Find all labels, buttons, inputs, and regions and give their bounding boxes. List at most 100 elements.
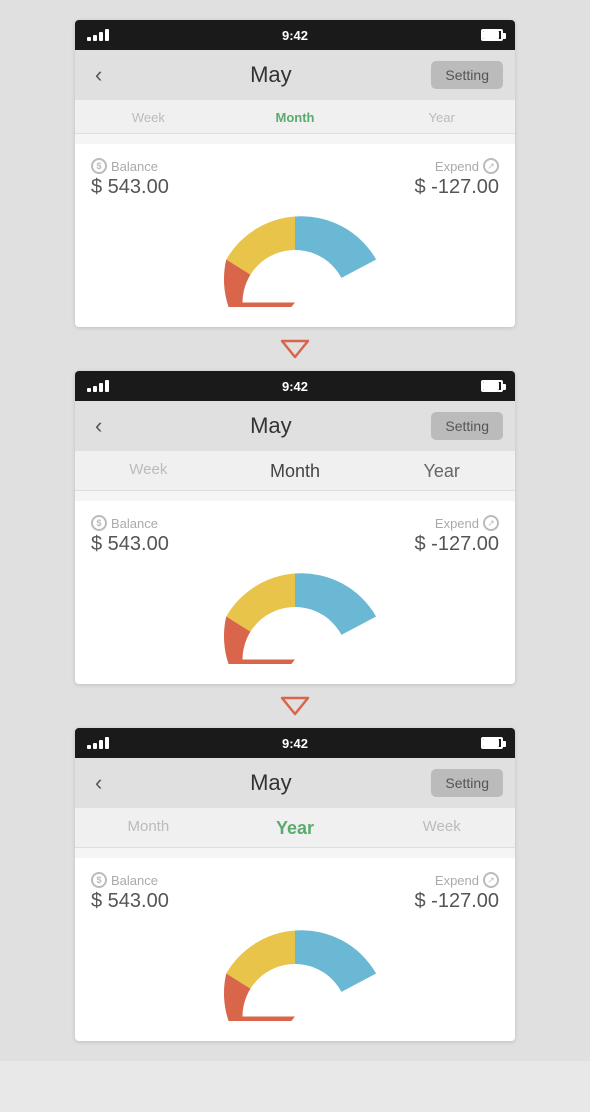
- balance-text-1: Balance: [111, 159, 158, 174]
- balance-label-1: $ Balance: [91, 158, 169, 174]
- status-time: 9:42: [282, 28, 308, 43]
- expend-text-3: Expend: [435, 873, 479, 888]
- expend-section-1: Expend ↗ $ -127.00: [414, 158, 499, 199]
- balance-label-3: $ Balance: [91, 872, 169, 888]
- expend-label-3: Expend ↗: [435, 872, 499, 888]
- signal-bar-3-3: [99, 740, 103, 749]
- donut-svg-3: [195, 921, 395, 1021]
- tab-month-1[interactable]: Month: [222, 110, 369, 133]
- setting-button-3[interactable]: Setting: [431, 769, 503, 797]
- expend-label-2: Expend ↗: [435, 515, 499, 531]
- tab-year-3[interactable]: Year: [222, 818, 369, 847]
- back-button-1[interactable]: ‹: [87, 60, 110, 90]
- expend-amount-1: $ -127.00: [414, 176, 499, 199]
- signal-icon-2: [87, 380, 109, 392]
- expend-amount-2: $ -127.00: [414, 533, 499, 556]
- balance-row-1: $ Balance $ 543.00 Expend ↗ $ -127.00: [91, 158, 499, 199]
- signal-bar-2-3: [99, 383, 103, 392]
- balance-text-3: Balance: [111, 873, 158, 888]
- content-area-2: $ Balance $ 543.00 Expend ↗ $ -127.00: [75, 501, 515, 684]
- tab-month-2[interactable]: Month: [222, 461, 369, 490]
- tab-row-2: Week Month Year: [75, 451, 515, 490]
- battery-fill-2: [483, 382, 499, 390]
- balance-text-2: Balance: [111, 516, 158, 531]
- dollar-icon-1: $: [91, 158, 107, 174]
- tab-indicator-3: [75, 848, 515, 858]
- tab-week-1[interactable]: Week: [75, 110, 222, 133]
- page-background: 9:42 ‹ May Setting Week Month Year: [0, 0, 590, 1061]
- battery-icon: [481, 29, 503, 41]
- chart-2: [91, 564, 499, 664]
- indicator-arrow-2: [286, 491, 304, 501]
- down-arrow-2: [280, 696, 310, 716]
- expend-label-1: Expend ↗: [435, 158, 499, 174]
- balance-section-3: $ Balance $ 543.00: [91, 872, 169, 913]
- card-1: 9:42 ‹ May Setting Week Month Year: [75, 20, 515, 327]
- expend-text-1: Expend: [435, 159, 479, 174]
- indicator-arrow-1: [286, 134, 304, 144]
- signal-bar-3-2: [93, 743, 97, 749]
- nav-title-1: May: [250, 62, 292, 88]
- tab-indicator-1: [75, 134, 515, 144]
- expend-arrow-icon-3: ↗: [483, 872, 499, 888]
- balance-amount-3: $ 543.00: [91, 890, 169, 913]
- signal-icon: [87, 29, 109, 41]
- expend-arrow-icon-2: ↗: [483, 515, 499, 531]
- status-time-2: 9:42: [282, 379, 308, 394]
- tab-row-1: Week Month Year: [75, 100, 515, 133]
- tab-container-1: Week Month Year: [75, 100, 515, 144]
- status-bar-3: 9:42: [75, 728, 515, 758]
- signal-icon-3: [87, 737, 109, 749]
- chart-3: [91, 921, 499, 1021]
- status-time-3: 9:42: [282, 736, 308, 751]
- card-3: 9:42 ‹ May Setting Month Year Week: [75, 728, 515, 1041]
- content-area-3: $ Balance $ 543.00 Expend ↗ $ -127.00: [75, 858, 515, 1041]
- tab-year-1[interactable]: Year: [368, 110, 515, 133]
- tab-year-2[interactable]: Year: [368, 461, 515, 490]
- signal-bar-1: [87, 37, 91, 41]
- nav-bar-2: ‹ May Setting: [75, 401, 515, 451]
- signal-bar-3-1: [87, 745, 91, 749]
- back-button-3[interactable]: ‹: [87, 768, 110, 798]
- battery-fill-3: [483, 739, 499, 747]
- dollar-icon-3: $: [91, 872, 107, 888]
- signal-bar-2-2: [93, 386, 97, 392]
- battery-icon-2: [481, 380, 503, 392]
- balance-section-1: $ Balance $ 543.00: [91, 158, 169, 199]
- balance-row-2: $ Balance $ 543.00 Expend ↗ $ -127.00: [91, 515, 499, 556]
- signal-bar-2-1: [87, 388, 91, 392]
- balance-row-3: $ Balance $ 543.00 Expend ↗ $ -127.00: [91, 872, 499, 913]
- arrow-divider-2: [280, 684, 310, 728]
- tab-week-3[interactable]: Week: [368, 818, 515, 847]
- content-area-1: $ Balance $ 543.00 Expend ↗ $ -127.00: [75, 144, 515, 327]
- tab-row-3: Month Year Week: [75, 808, 515, 847]
- donut-svg-2: [195, 564, 395, 664]
- battery-fill: [483, 31, 499, 39]
- status-bar-2: 9:42: [75, 371, 515, 401]
- tab-container-2: Week Month Year: [75, 451, 515, 501]
- signal-bar-3: [99, 32, 103, 41]
- expend-section-2: Expend ↗ $ -127.00: [414, 515, 499, 556]
- signal-bar-3-4: [105, 737, 109, 749]
- expend-text-2: Expend: [435, 516, 479, 531]
- expend-section-3: Expend ↗ $ -127.00: [414, 872, 499, 913]
- tab-container-3: Month Year Week: [75, 808, 515, 858]
- expend-amount-3: $ -127.00: [414, 890, 499, 913]
- setting-button-2[interactable]: Setting: [431, 412, 503, 440]
- dollar-icon-2: $: [91, 515, 107, 531]
- tab-month-3[interactable]: Month: [75, 818, 222, 847]
- signal-bar-4: [105, 29, 109, 41]
- back-button-2[interactable]: ‹: [87, 411, 110, 441]
- nav-bar-3: ‹ May Setting: [75, 758, 515, 808]
- nav-title-2: May: [250, 413, 292, 439]
- nav-title-3: May: [250, 770, 292, 796]
- tab-indicator-2: [75, 491, 515, 501]
- balance-label-2: $ Balance: [91, 515, 169, 531]
- setting-button-1[interactable]: Setting: [431, 61, 503, 89]
- tab-week-2[interactable]: Week: [75, 461, 222, 490]
- donut-svg-1: [195, 207, 395, 307]
- down-arrow-1: [280, 339, 310, 359]
- nav-bar-1: ‹ May Setting: [75, 50, 515, 100]
- signal-bar-2-4: [105, 380, 109, 392]
- card-2: 9:42 ‹ May Setting Week Month Year: [75, 371, 515, 684]
